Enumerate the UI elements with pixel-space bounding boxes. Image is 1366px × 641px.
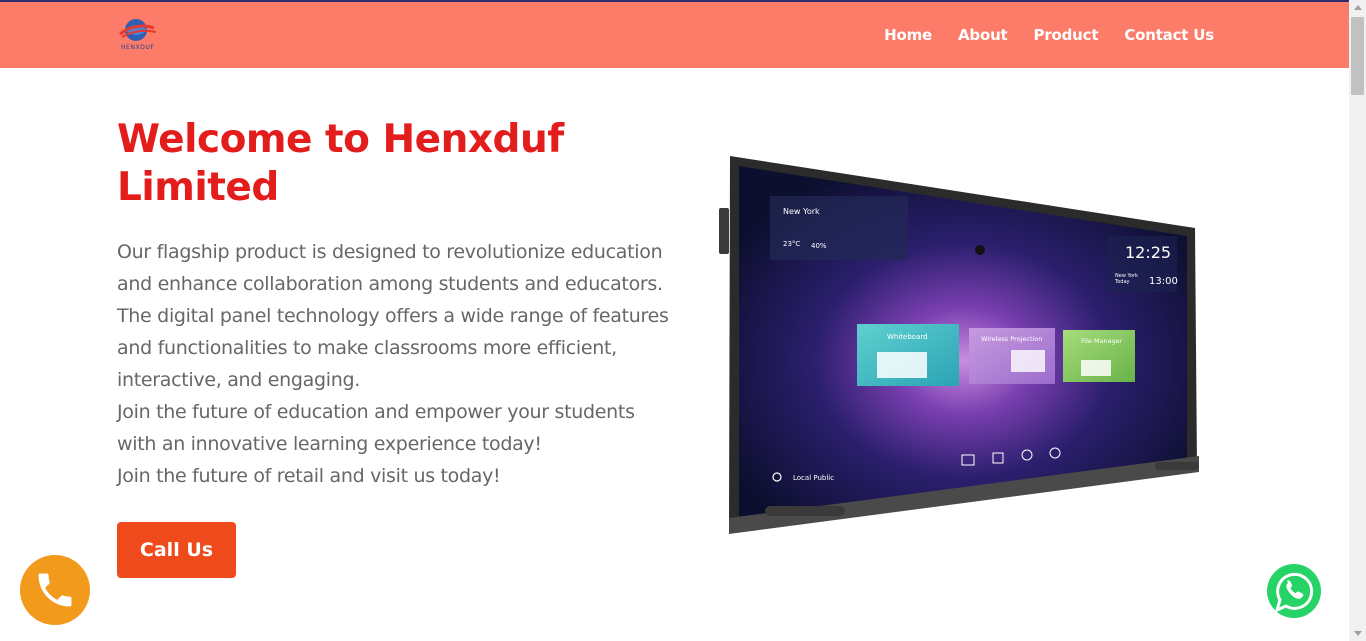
scroll-up-arrow-icon[interactable] [1354, 5, 1362, 10]
site-header: HENXDUF Home About Product Contact Us [0, 2, 1349, 68]
hero-paragraph: Our flagship product is designed to revo… [117, 241, 669, 391]
panel-app-wireless-projection: Wireless Projection [981, 335, 1042, 343]
panel-time: 12:25 [1125, 243, 1171, 262]
panel-app-file-manager: File Manager [1081, 337, 1123, 345]
hero-title: Welcome to Henxduf Limited [117, 117, 564, 210]
nav-product[interactable]: Product [1034, 26, 1099, 44]
nav-about[interactable]: About [958, 26, 1008, 44]
globe-logo-icon: HENXDUF [119, 19, 157, 51]
panel-temp: 23°C [783, 240, 800, 248]
panel-city: New York [783, 207, 820, 216]
whatsapp-icon [1263, 560, 1325, 622]
whatsapp-floating-button[interactable] [1259, 556, 1329, 626]
nav-contact-us[interactable]: Contact Us [1124, 26, 1214, 44]
panel-humidity: 40% [811, 242, 827, 250]
phone-icon [38, 573, 72, 607]
hero-paragraph: Join the future of education and empower… [117, 401, 635, 455]
scroll-down-arrow-icon[interactable] [1354, 631, 1362, 636]
panel-user-label: Local Public [793, 474, 834, 482]
panel-second-time: 13:00 [1149, 276, 1178, 287]
svg-text:HENXDUF: HENXDUF [121, 44, 155, 51]
vertical-scrollbar[interactable] [1349, 0, 1366, 641]
brand-logo[interactable]: HENXDUF [118, 16, 158, 52]
panel-second-day: Today [1114, 279, 1130, 285]
nav-home[interactable]: Home [884, 26, 932, 44]
phone-call-floating-button[interactable] [20, 555, 90, 625]
panel-app-whiteboard: Whiteboard [887, 333, 928, 341]
main-nav: Home About Product Contact Us [884, 2, 1214, 68]
product-image-interactive-panel: New York 23°C 40% 12:25 New York Today 1… [715, 150, 1205, 545]
call-us-button[interactable]: Call Us [117, 522, 236, 578]
hero-paragraph: Join the future of retail and visit us t… [117, 465, 501, 487]
scrollbar-thumb[interactable] [1351, 17, 1364, 95]
hero-description: Our flagship product is designed to revo… [117, 236, 677, 492]
